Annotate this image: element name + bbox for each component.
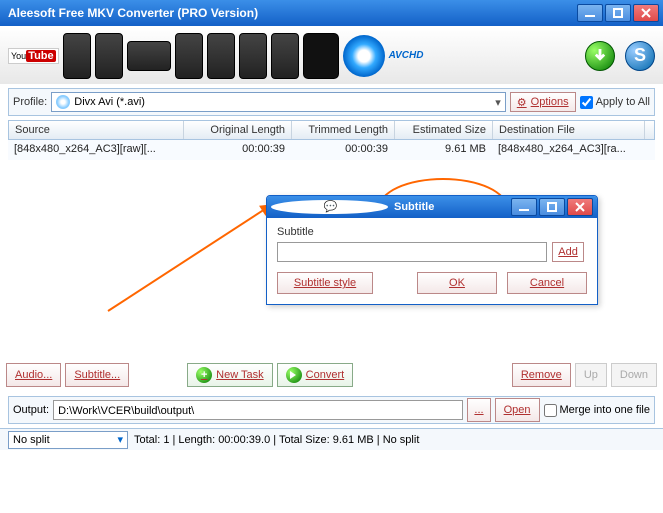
status-bar: No split ▾ Total: 1 | Length: 00:00:39.0… [0,428,663,450]
table-row[interactable]: [848x480_x264_AC3][raw][... 00:00:39 00:… [8,140,655,160]
dialog-close-button[interactable] [567,198,593,216]
options-button[interactable]: ⚙ Options [510,92,576,112]
browse-button[interactable]: ... [467,398,490,422]
annotation-arrow [107,201,276,312]
new-task-button[interactable]: +New Task [187,363,272,387]
close-button[interactable] [633,4,659,22]
sync-icon[interactable]: S [625,41,655,71]
device-icon [271,33,299,79]
window-title: Aleesoft Free MKV Converter (PRO Version… [4,6,575,20]
remove-button[interactable]: Remove [512,363,571,387]
device-icon [63,33,91,79]
open-button[interactable]: Open [495,398,540,422]
dialog-maximize-button[interactable] [539,198,565,216]
col-source[interactable]: Source [9,121,184,139]
speech-icon: 💬 [271,200,388,214]
device-icon [207,33,235,79]
col-est[interactable]: Estimated Size [395,121,493,139]
device-icon [175,33,203,79]
subtitle-input[interactable] [277,242,547,262]
status-text: Total: 1 | Length: 00:00:39.0 | Total Si… [134,434,419,446]
output-path-input[interactable]: D:\Work\VCER\build\output\ [53,400,463,420]
download-icon[interactable] [585,41,615,71]
convert-button[interactable]: Convert [277,363,354,387]
youtube-logo: YouTube [8,48,59,64]
up-button: Up [575,363,607,387]
gear-icon: ⚙ [517,96,527,109]
minimize-button[interactable] [577,4,603,22]
profile-bar: Profile: Divx Avi (*.avi) ▾ ⚙ Options Ap… [8,88,655,116]
down-button: Down [611,363,657,387]
action-bar: Audio... Subtitle... +New Task Convert R… [6,360,657,390]
plus-icon: + [196,367,212,383]
dialog-titlebar: 💬 Subtitle [267,196,597,218]
chevron-down-icon: ▾ [117,433,123,446]
output-label: Output: [13,404,49,416]
avchd-logo: AVCHD [389,50,424,61]
device-icon [127,41,171,71]
col-orig[interactable]: Original Length [184,121,292,139]
disc-icon [56,95,70,109]
play-icon [286,367,302,383]
device-icon [239,33,267,79]
subtitle-dialog: 💬 Subtitle Subtitle Add Subtitle style O… [266,195,598,305]
cancel-button[interactable]: Cancel [507,272,587,294]
merge-checkbox[interactable]: Merge into one file [544,404,651,417]
col-dest[interactable]: Destination File [493,121,645,139]
table-header: Source Original Length Trimmed Length Es… [8,120,655,140]
profile-label: Profile: [13,96,47,108]
split-select[interactable]: No split ▾ [8,431,128,449]
subtitle-style-button[interactable]: Subtitle style [277,272,373,294]
ipad-icon [303,33,339,79]
dialog-title: Subtitle [392,201,509,213]
subtitle-label: Subtitle [277,226,587,238]
audio-button[interactable]: Audio... [6,363,61,387]
device-banner: YouTube AVCHD S [0,26,663,84]
profile-select[interactable]: Divx Avi (*.avi) ▾ [51,92,506,112]
device-icon [95,33,123,79]
maximize-button[interactable] [605,4,631,22]
bluray-icon [343,35,385,77]
chevron-down-icon: ▾ [495,96,501,109]
titlebar: Aleesoft Free MKV Converter (PRO Version… [0,0,663,26]
output-bar: Output: D:\Work\VCER\build\output\ ... O… [8,396,655,424]
col-trim[interactable]: Trimmed Length [292,121,395,139]
apply-all-checkbox[interactable]: Apply to All [580,96,650,109]
ok-button[interactable]: OK [417,272,497,294]
dialog-minimize-button[interactable] [511,198,537,216]
profile-value: Divx Avi (*.avi) [74,96,145,108]
add-button[interactable]: Add [552,242,584,262]
subtitle-button[interactable]: Subtitle... [65,363,129,387]
